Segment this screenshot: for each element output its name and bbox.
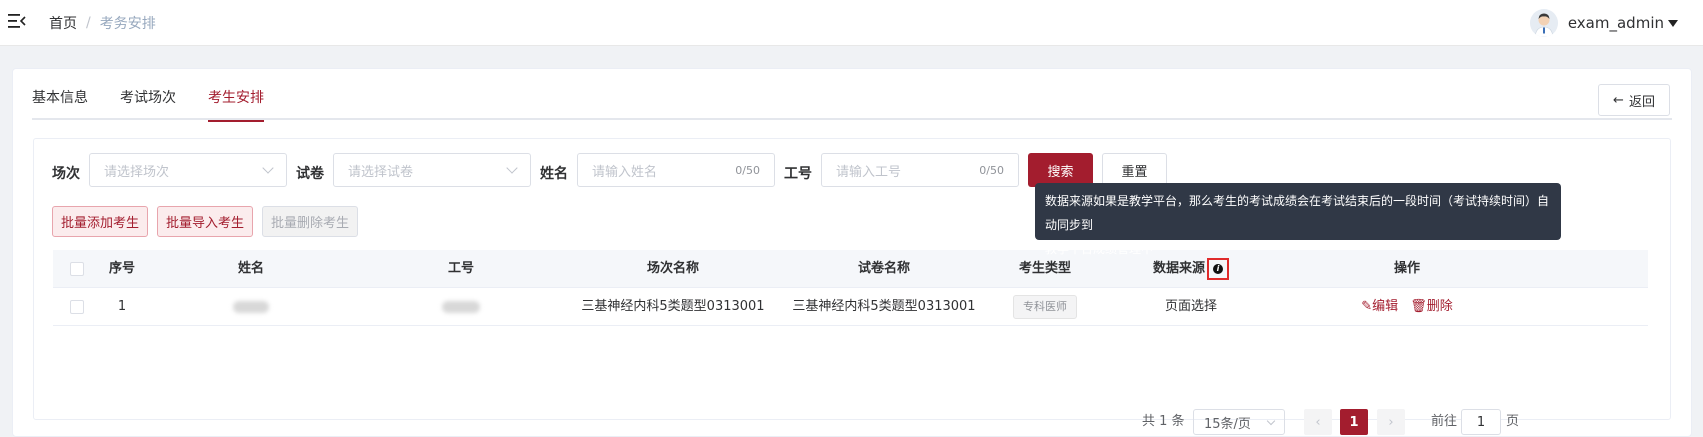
next-page-button[interactable]: ›	[1377, 409, 1405, 435]
pagination-total: 共 1 条	[1142, 414, 1185, 429]
name-label: 姓名	[540, 166, 568, 182]
back-button[interactable]: ← 返回	[1598, 84, 1670, 116]
username[interactable]: exam_admin	[1568, 14, 1664, 32]
col-data-source-label: 数据来源	[1152, 261, 1205, 276]
breadcrumb: 首页 / 考务安排	[49, 13, 156, 33]
avatar	[1529, 9, 1558, 37]
batch-delete-button: 批量删除考生	[262, 206, 358, 237]
delete-button[interactable]: 🗑删除	[1410, 299, 1453, 314]
name-char-count: 0/50	[735, 163, 760, 177]
id-placeholder: 请输入工号	[836, 164, 902, 180]
row-index: 1	[117, 299, 127, 314]
session-select[interactable]: 请选择场次	[89, 153, 287, 187]
reset-button[interactable]: 重置	[1102, 153, 1167, 187]
row-examinee-type: 专科医师	[993, 288, 1097, 326]
arrow-left-icon: ←	[1613, 92, 1624, 108]
paper-placeholder: 请选择试卷	[348, 164, 414, 180]
tab-examinee-arrangement[interactable]: 考生安排	[208, 88, 264, 122]
delete-label: 删除	[1426, 299, 1453, 314]
col-index: 序号	[108, 261, 135, 276]
chevron-down-icon	[262, 162, 274, 174]
page-number-current[interactable]: 1	[1340, 409, 1368, 435]
menu-fold-icon[interactable]	[8, 13, 26, 29]
goto-prefix: 前往	[1431, 414, 1458, 429]
breadcrumb-home[interactable]: 首页	[49, 13, 77, 33]
edit-label: 编辑	[1372, 299, 1399, 314]
page-size-select[interactable]: 15条/页	[1193, 409, 1285, 435]
row-session-name: 三基神经内科5类题型0313001	[581, 299, 765, 314]
tab-bar: 基本信息 考试场次 考生安排	[32, 88, 1672, 122]
id-input[interactable]: 请输入工号 0/50	[821, 153, 1019, 187]
back-button-label: 返回	[1628, 94, 1655, 110]
paper-label: 试卷	[296, 166, 324, 182]
col-session-name: 场次名称	[646, 261, 699, 276]
batch-import-button[interactable]: 批量导入考生	[157, 206, 253, 237]
prev-page-button[interactable]: ‹	[1304, 409, 1332, 435]
tab-exam-sessions[interactable]: 考试场次	[120, 88, 176, 120]
name-placeholder: 请输入姓名	[592, 164, 658, 180]
session-label: 场次	[52, 166, 80, 182]
top-bar: 首页 / 考务安排 exam_admin	[0, 0, 1703, 46]
select-all-checkbox[interactable]	[70, 262, 84, 276]
row-checkbox[interactable]	[70, 300, 84, 314]
batch-add-button[interactable]: 批量添加考生	[52, 206, 148, 237]
edit-button[interactable]: ✎编辑	[1361, 299, 1398, 314]
breadcrumb-separator: /	[86, 15, 91, 31]
examinee-type-tag: 专科医师	[1013, 294, 1077, 319]
session-placeholder: 请选择场次	[104, 164, 170, 180]
col-id: 工号	[447, 261, 474, 276]
row-paper-name: 三基神经内科5类题型0313001	[792, 299, 976, 314]
table-row: 1 三基神经内科5类题型0313001 三基神经内科5类题型0313001 专科…	[53, 288, 1648, 326]
col-name: 姓名	[237, 261, 264, 276]
trash-icon: 🗑	[1410, 299, 1427, 314]
edit-icon: ✎	[1361, 299, 1373, 314]
chevron-down-icon	[506, 162, 518, 174]
id-char-count: 0/50	[979, 163, 1004, 177]
chevron-down-icon	[1266, 416, 1276, 425]
row-name-blurred	[151, 288, 351, 326]
user-menu[interactable]: exam_admin	[1529, 9, 1678, 37]
goto-suffix: 页	[1506, 414, 1520, 429]
user-avatar-icon	[1529, 9, 1558, 37]
col-paper-name: 试卷名称	[857, 261, 910, 276]
examinee-panel: 场次 请选择场次 试卷 请选择试卷 姓名 请输入姓名 0/50 工号 请输入工号…	[33, 138, 1671, 435]
tooltip-line-2: 教学平台成绩管理中	[1045, 242, 1154, 256]
row-id-blurred	[351, 288, 571, 326]
caret-down-icon[interactable]	[1668, 19, 1678, 27]
goto-page-input[interactable]	[1461, 409, 1501, 435]
row-data-source: 页面选择	[1164, 299, 1217, 314]
paper-select[interactable]: 请选择试卷	[333, 153, 531, 187]
page-size-value: 15条/页	[1204, 416, 1251, 432]
breadcrumb-current: 考务安排	[99, 16, 156, 32]
id-label: 工号	[784, 166, 812, 182]
tooltip-line-1: 数据来源如果是教学平台，那么考生的考试成绩会在考试结束后的一段时间（考试持续时间…	[1045, 194, 1550, 232]
data-source-tooltip: 数据来源如果是教学平台，那么考生的考试成绩会在考试结束后的一段时间（考试持续时间…	[1035, 183, 1561, 256]
name-input[interactable]: 请输入姓名 0/50	[577, 153, 775, 187]
tab-basic-info[interactable]: 基本信息	[32, 88, 88, 120]
row-actions: ✎编辑 🗑删除	[1285, 288, 1529, 326]
search-button[interactable]: 搜索	[1028, 153, 1093, 187]
